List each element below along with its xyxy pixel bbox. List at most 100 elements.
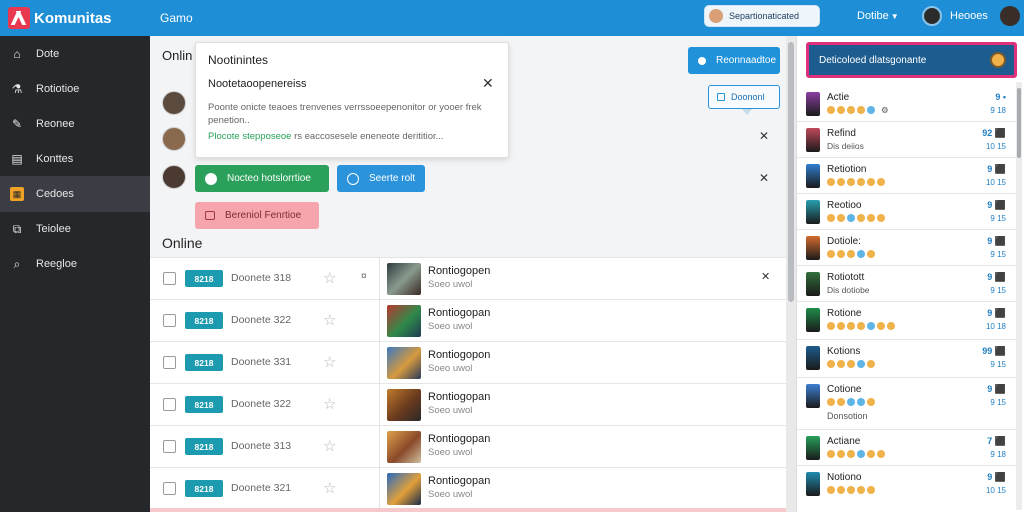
table-row[interactable]: 8218 Doonete 321 ☆ Rontiogopan Soeo uwol — [150, 468, 786, 510]
game-table: 8218 Doonete 318 ☆ ¤ Rontiogopen Soeo uw… — [150, 257, 786, 512]
button-label: Reonnaadtoe — [716, 55, 777, 66]
scroll-thumb[interactable] — [788, 42, 794, 302]
list-item[interactable]: Kotions 99 ⬛ 9 15 — [797, 340, 1016, 378]
right-panel-header[interactable]: Deticoloed dlatsgonante — [806, 42, 1017, 78]
star-icon[interactable]: ☆ — [323, 311, 336, 329]
main-scrollbar[interactable] — [786, 36, 796, 512]
table-row[interactable]: 8218 Doonete 318 ☆ ¤ Rontiogopen Soeo uw… — [150, 258, 786, 300]
table-row[interactable]: 8218 Doonete 322 ☆ Rontiogopan Soeo uwol — [150, 300, 786, 342]
grid-icon: ▦ — [10, 187, 24, 201]
table-row[interactable]: 8218 Doonete 313 ☆ Rontiogopan Soeo uwol — [150, 426, 786, 468]
sidebar-item-search[interactable]: ⌕ Reegloe — [0, 246, 150, 282]
blue-action-button[interactable]: Seerte rolt — [337, 165, 425, 192]
green-action-button[interactable]: Nocteo hotslorrtioe — [195, 165, 329, 192]
row-checkbox[interactable] — [163, 398, 176, 411]
row-title: Rontiogopan — [428, 475, 491, 487]
avatar[interactable] — [162, 91, 186, 115]
sidebar: ⌂ Dote ⚗ Rotiotioe ✎ Reonee ▤ Konttes ▦ … — [0, 36, 156, 512]
row-subtitle: Soeo uwol — [428, 447, 473, 458]
table-row[interactable]: 8218 Doonete 331 ☆ Rontiogopon Soeo uwol — [150, 342, 786, 384]
item-actions[interactable]: 9 15 — [990, 360, 1006, 369]
star-icon[interactable]: ☆ — [323, 437, 336, 455]
star-icon[interactable]: ☆ — [323, 479, 336, 497]
game-thumbnail[interactable] — [387, 263, 421, 295]
notification-link-highlight[interactable]: Plocote stepposeoe — [208, 131, 291, 142]
list-item[interactable]: Refind Dis deiios 92 ⬛ 10 15 — [797, 122, 1016, 158]
avatar[interactable] — [162, 165, 186, 189]
game-thumbnail[interactable] — [387, 473, 421, 505]
rating-dots — [827, 486, 877, 494]
close-icon[interactable]: ✕ — [759, 171, 769, 185]
item-actions[interactable]: 10 15 — [986, 142, 1006, 151]
item-thumbnail — [806, 346, 820, 370]
row-checkbox[interactable] — [163, 314, 176, 327]
list-item[interactable]: Dotiole: 9 ⬛ 9 15 — [797, 230, 1016, 266]
account-dropdown[interactable]: Dotibe ▼ — [857, 10, 899, 22]
caret-down-icon: ▼ — [890, 12, 899, 21]
item-name: Retiotion — [827, 164, 867, 175]
list-item[interactable]: Cotione Donsotion 9 ⬛ 9 15 — [797, 378, 1016, 430]
download-icon — [717, 93, 725, 101]
calendar-icon: ▤ — [11, 152, 23, 166]
row-checkbox[interactable] — [163, 440, 176, 453]
row-close-icon[interactable]: ✕ — [761, 270, 770, 283]
item-sub: Dis dotiobe — [827, 285, 870, 295]
list-item[interactable]: Notiono 9 ⬛ 10 15 — [797, 466, 1016, 512]
close-icon[interactable]: ✕ — [482, 75, 494, 92]
row-title: Rontiogopan — [428, 433, 491, 445]
item-actions[interactable]: 9 15 — [990, 398, 1006, 407]
star-icon[interactable]: ☆ — [323, 395, 336, 413]
game-thumbnail[interactable] — [387, 347, 421, 379]
item-actions[interactable]: 9 18 — [990, 450, 1006, 459]
row-subtitle: Soeo uwol — [428, 489, 473, 500]
download-button[interactable]: Doononl — [708, 85, 780, 109]
row-name: Doonete 321 — [231, 482, 292, 494]
item-actions[interactable]: 10 15 — [986, 178, 1006, 187]
item-value: 9 ⬛ — [987, 308, 1006, 318]
button-label: Doononl — [731, 92, 765, 102]
item-actions[interactable]: 10 18 — [986, 322, 1006, 331]
row-checkbox[interactable] — [163, 482, 176, 495]
avatar[interactable] — [162, 127, 186, 151]
close-icon[interactable]: ✕ — [759, 129, 769, 143]
profile-avatar[interactable] — [999, 6, 1020, 26]
item-actions[interactable]: 9 15 — [990, 286, 1006, 295]
sidebar-item-games[interactable]: ▦ Cedoes — [0, 176, 156, 212]
primary-action-button[interactable]: Reonnaadtoe — [688, 47, 780, 74]
search-field[interactable]: Separtionaticated — [704, 5, 820, 27]
divider — [379, 468, 380, 510]
game-thumbnail[interactable] — [387, 305, 421, 337]
star-icon[interactable]: ☆ — [323, 353, 336, 371]
item-actions[interactable]: 9 18 — [990, 106, 1006, 115]
list-item[interactable]: Rotione 9 ⬛ 10 18 — [797, 302, 1016, 340]
row-checkbox[interactable] — [163, 356, 176, 369]
notification-link[interactable]: Plocote stepposeoe rs eaccosesele eneneo… — [208, 131, 444, 142]
game-thumbnail[interactable] — [387, 431, 421, 463]
sidebar-item-lab[interactable]: ⚗ Rotiotioe — [0, 71, 150, 107]
rating-dots — [827, 450, 887, 458]
user-menu[interactable]: Heooes — [922, 6, 1020, 26]
item-subtext: Dis deiios — [827, 142, 864, 151]
sidebar-item-external[interactable]: ⧉ Teiolee — [0, 211, 150, 247]
table-row[interactable]: 8218 Doonete 322 ☆ Rontiogopan Soeo uwol — [150, 384, 786, 426]
item-thumbnail — [806, 384, 820, 408]
section-title[interactable]: Gamo — [160, 11, 193, 25]
star-icon[interactable]: ☆ — [323, 269, 336, 287]
item-actions[interactable]: 9 15 — [990, 214, 1006, 223]
list-item[interactable]: Actie ⚙ 9 • 9 18 — [797, 86, 1016, 122]
pink-action-button[interactable]: Bereniol Fenrtioe — [195, 202, 319, 229]
list-item[interactable]: Retiotion 9 ⬛ 10 15 — [797, 158, 1016, 194]
brand[interactable]: Komunitas — [0, 7, 150, 29]
list-item[interactable]: Rotiotott Dis dotiobe 9 ⬛ 9 15 — [797, 266, 1016, 302]
sidebar-item-calendar[interactable]: ▤ Konttes — [0, 141, 150, 177]
item-actions[interactable]: 10 15 — [986, 486, 1006, 495]
row-title: Rontiogopen — [428, 265, 491, 277]
sidebar-item-home[interactable]: ⌂ Dote — [0, 36, 150, 72]
sidebar-item-tags[interactable]: ✎ Reonee — [0, 106, 150, 142]
list-item[interactable]: Actiane 7 ⬛ 9 18 — [797, 430, 1016, 466]
right-panel-scrollbar[interactable] — [1016, 82, 1022, 510]
game-thumbnail[interactable] — [387, 389, 421, 421]
list-item[interactable]: Reotioo 9 ⬛ 9 15 — [797, 194, 1016, 230]
item-actions[interactable]: 9 15 — [990, 250, 1006, 259]
row-checkbox[interactable] — [163, 272, 176, 285]
